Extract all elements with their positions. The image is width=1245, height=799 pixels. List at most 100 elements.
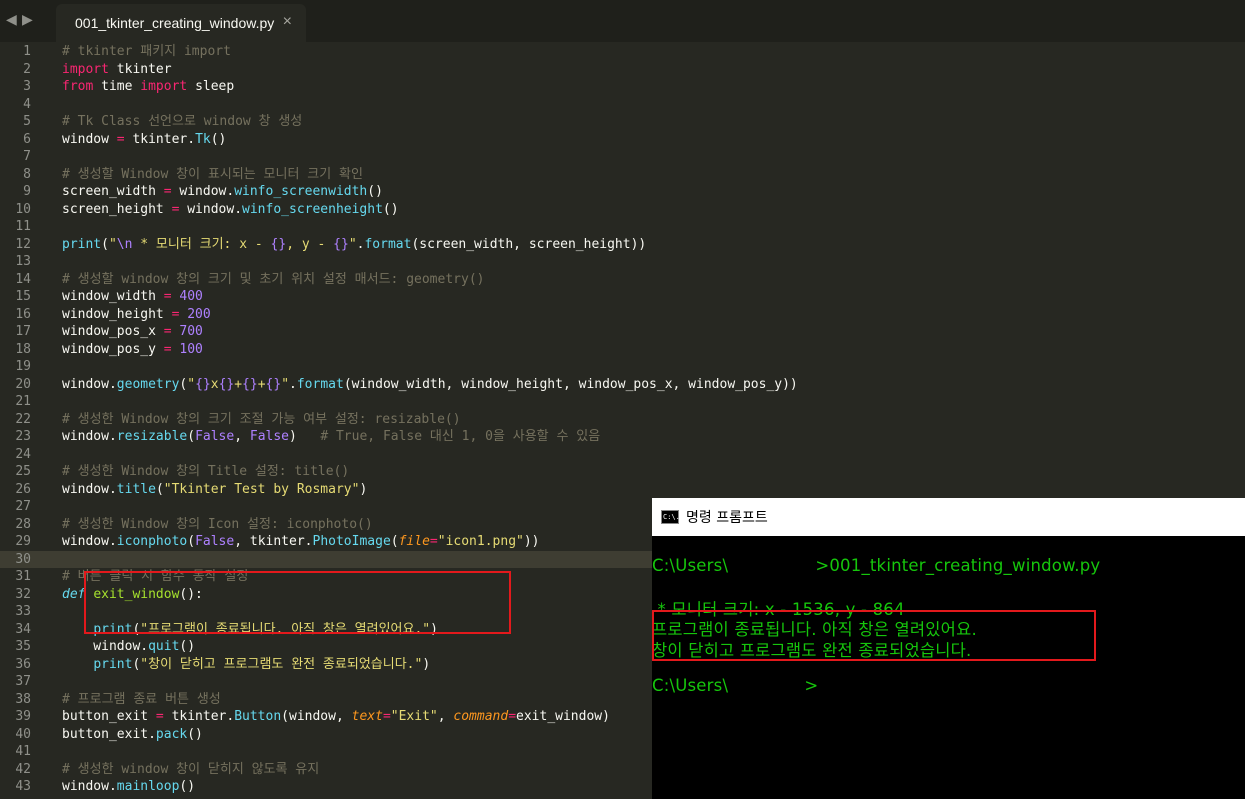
code-line[interactable]: 19 — [0, 358, 1245, 376]
code-text: # 생성한 Window 창의 크기 조절 가능 여부 설정: resizabl… — [62, 411, 461, 429]
code-line[interactable]: 18 window_pos_y = 100 — [0, 341, 1245, 359]
code-line[interactable]: 23 window.resizable(False, False) # True,… — [0, 428, 1245, 446]
code-token: . — [289, 376, 297, 392]
code-line[interactable]: 15 window_width = 400 — [0, 288, 1245, 306]
code-line[interactable]: 12 print("\n * 모니터 크기: x - {}, y - {}".fo… — [0, 236, 1245, 254]
code-token: = — [155, 709, 164, 724]
code-token: pack — [155, 726, 188, 742]
line-number: 16 — [15, 306, 31, 322]
close-icon[interactable]: × — [283, 13, 292, 31]
code-token: quit — [148, 639, 180, 654]
code-token: ( — [390, 534, 399, 549]
code-line[interactable]: 26 window.title("Tkinter Test by Rosmary"… — [0, 481, 1245, 499]
code-token: tkinter. — [163, 709, 235, 724]
line-number: 38 — [15, 691, 31, 707]
code-token: title — [116, 481, 156, 497]
line-number: 6 — [23, 131, 31, 147]
code-line[interactable]: 8 # 생성할 Window 창이 표시되는 모니터 크기 확인 — [0, 166, 1245, 184]
line-number: 32 — [15, 586, 31, 602]
line-number: 35 — [15, 639, 31, 654]
tab-title: 001_tkinter_creating_window.py — [75, 15, 275, 31]
code-text: window.geometry("{}x{}+{}+{}".format(win… — [62, 376, 798, 394]
code-line[interactable]: 7 — [0, 148, 1245, 166]
code-token: = — [163, 289, 172, 304]
code-line[interactable]: 6 window = tkinter.Tk() — [0, 131, 1245, 149]
code-token: {} — [333, 236, 349, 252]
code-token: # 생성할 window 창의 크기 및 초기 위치 설정 매서드: geome… — [62, 271, 485, 287]
code-line[interactable]: 13 — [0, 253, 1245, 271]
code-token: , tkinter. — [234, 534, 313, 549]
code-token: ) — [359, 481, 368, 497]
code-token: command — [453, 709, 509, 724]
code-text: # 프로그램 종료 버튼 생성 — [62, 691, 221, 709]
code-line[interactable]: 24 — [0, 446, 1245, 464]
code-token: + — [257, 376, 266, 392]
code-token: time — [93, 79, 141, 94]
code-token: "창이 닫히고 프로그램도 완전 종료되었습니다." — [140, 656, 423, 672]
line-number: 43 — [15, 779, 31, 794]
code-token: screen_height — [62, 201, 172, 217]
line-number: 23 — [15, 429, 31, 444]
code-token: window. — [62, 779, 117, 794]
code-line[interactable]: 3 from time import sleep — [0, 78, 1245, 96]
code-token: 200 — [187, 306, 211, 322]
line-number: 21 — [15, 394, 31, 409]
code-line[interactable]: 10 screen_height = window.winfo_screenhei… — [0, 201, 1245, 219]
code-line[interactable]: 20 window.geometry("{}x{}+{}+{}".format(w… — [0, 376, 1245, 394]
command-prompt-window[interactable]: C:\. 명령 프롬프트 C:\Users\ >001_tkinter_crea… — [652, 498, 1245, 799]
line-number: 29 — [15, 534, 31, 549]
code-line[interactable]: 11 — [0, 218, 1245, 236]
code-token: window_pos_y — [62, 341, 164, 357]
code-line[interactable]: 16 window_height = 200 — [0, 306, 1245, 324]
code-token: () — [179, 639, 196, 654]
nav-back-icon[interactable]: ◀ — [6, 12, 17, 28]
line-number: 19 — [15, 359, 31, 374]
code-token: window_width — [62, 289, 164, 304]
code-token: False — [195, 534, 235, 549]
code-token: () — [382, 201, 399, 217]
code-token: mainloop — [116, 779, 180, 794]
code-line[interactable]: 21 — [0, 393, 1245, 411]
code-text: window = tkinter.Tk() — [62, 131, 226, 149]
code-token: resizable — [116, 429, 188, 444]
code-token: file — [398, 534, 430, 549]
code-token: {} — [270, 236, 287, 252]
line-number: 11 — [15, 219, 31, 234]
code-token: def — [62, 586, 86, 602]
code-token: window. — [62, 534, 117, 549]
code-token: {} — [218, 376, 235, 392]
tab-file[interactable]: 001_tkinter_creating_window.py × — [56, 4, 306, 42]
code-line[interactable]: 14 # 생성할 window 창의 크기 및 초기 위치 설정 매서드: geo… — [0, 271, 1245, 289]
code-token: = — [163, 324, 172, 339]
code-line[interactable]: 25 # 생성한 Window 창의 Title 설정: title() — [0, 463, 1245, 481]
code-token: from — [62, 79, 94, 94]
code-line[interactable]: 5 # Tk Class 선언으로 window 창 생성 — [0, 113, 1245, 131]
code-token: , y - — [286, 236, 334, 252]
code-line[interactable]: 9 screen_width = window.winfo_screenwidth… — [0, 183, 1245, 201]
code-token: (window, — [281, 709, 352, 724]
code-text: window.resizable(False, False) # True, F… — [62, 428, 600, 446]
line-number: 28 — [15, 516, 31, 532]
nav-forward-icon[interactable]: ▶ — [22, 12, 33, 28]
code-token: window. — [62, 376, 117, 392]
code-line[interactable]: 2 import tkinter — [0, 61, 1245, 79]
code-token: winfo_screenheight — [242, 201, 383, 217]
code-token: = — [382, 709, 391, 724]
code-token: iconphoto — [116, 534, 188, 549]
code-token: = — [116, 131, 125, 147]
line-number: 7 — [23, 149, 31, 164]
line-number: 33 — [15, 604, 31, 619]
code-text: from time import sleep — [62, 78, 234, 96]
line-number: 20 — [15, 376, 31, 392]
code-token: {} — [195, 376, 211, 392]
code-line[interactable]: 1 # tkinter 패키지 import — [0, 43, 1245, 61]
code-token: {} — [242, 376, 258, 392]
code-token: "Exit" — [390, 709, 438, 724]
code-token: # tkinter 패키지 import — [62, 44, 231, 59]
code-token: 400 — [179, 289, 203, 304]
code-line[interactable]: 22 # 생성한 Window 창의 크기 조절 가능 여부 설정: resiza… — [0, 411, 1245, 429]
line-number: 37 — [15, 674, 31, 689]
code-line[interactable]: 4 — [0, 96, 1245, 114]
code-line[interactable]: 17 window_pos_x = 700 — [0, 323, 1245, 341]
cmd-output-line: C:\Users\ > — [652, 676, 819, 695]
